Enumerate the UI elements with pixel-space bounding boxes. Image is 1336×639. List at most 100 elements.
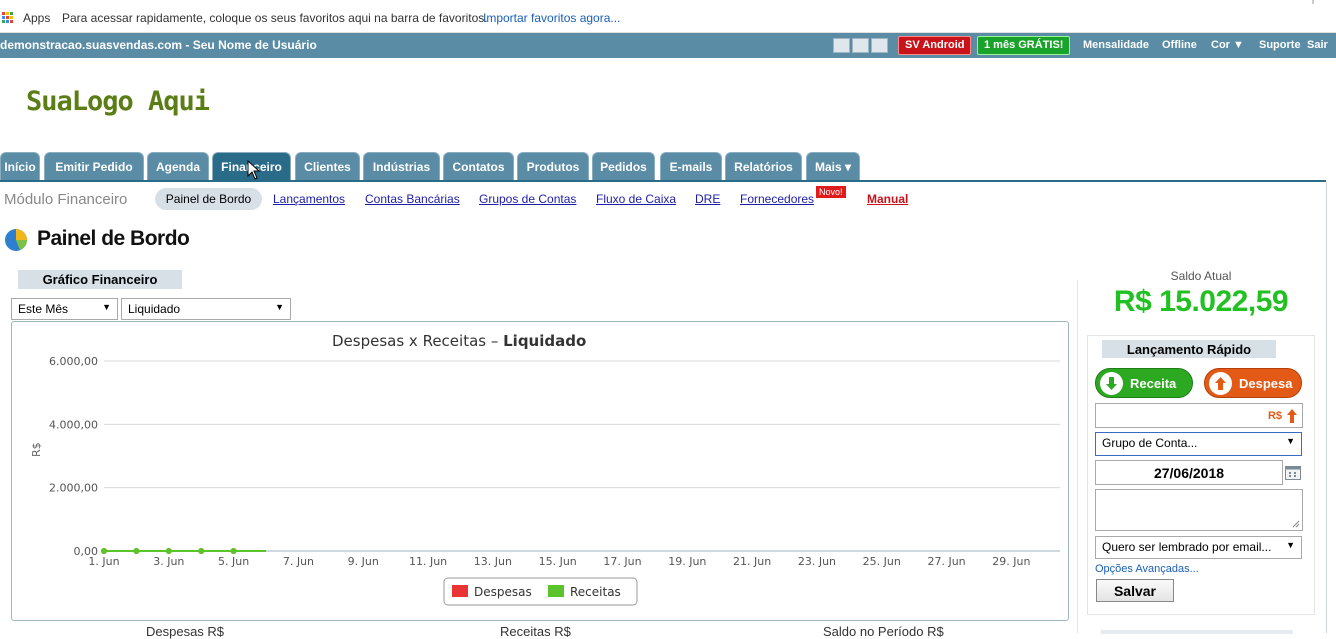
reminder-select[interactable]: Quero ser lembrado por email... ▼ <box>1095 536 1302 559</box>
date-field[interactable]: 27/06/2018 <box>1095 460 1283 485</box>
layout-3-icon[interactable] <box>871 38 888 53</box>
receita-button[interactable]: Receita <box>1095 368 1193 398</box>
save-button[interactable]: Salvar <box>1096 579 1174 602</box>
tab-emails[interactable]: E-mails <box>660 152 722 180</box>
chart-series <box>101 548 267 554</box>
account-group-select[interactable]: Grupo de Conta... ▼ <box>1095 432 1302 456</box>
x-tick-label: 21. Jun <box>733 555 771 568</box>
legend-despesas[interactable]: Despesas <box>474 585 532 599</box>
y-tick-label: 4.000,00 <box>49 418 98 431</box>
page-title: Painel de Bordo <box>37 227 190 250</box>
submenu-dre[interactable]: DRE <box>695 192 720 206</box>
data-point-receitas <box>101 548 107 554</box>
x-tick-label: 11. Jun <box>409 555 447 568</box>
logout-link[interactable]: Sair <box>1307 39 1328 51</box>
y-axis-label: R$ <box>30 442 43 457</box>
total-despesas-label: Despesas R$ <box>146 624 225 639</box>
apps-link[interactable]: Apps <box>23 11 50 25</box>
right-column-divider <box>1077 280 1078 633</box>
submenu-manual[interactable]: Manual <box>867 192 908 206</box>
submenu-contas-bancarias[interactable]: Contas Bancárias <box>365 192 460 206</box>
notes-textarea[interactable] <box>1095 489 1303 531</box>
submenu-fornecedores[interactable]: Fornecedores <box>740 192 814 206</box>
tab-contatos[interactable]: Contatos <box>443 152 514 180</box>
tab-emitir-pedido[interactable]: Emitir Pedido <box>44 152 144 180</box>
submenu-painel-de-bordo[interactable]: Painel de Bordo <box>155 188 262 210</box>
submenu-grupos-de-contas[interactable]: Grupos de Contas <box>479 192 576 206</box>
free-month-button[interactable]: 1 mês GRÁTIS! <box>977 36 1071 55</box>
window-edge <box>1312 0 1314 4</box>
submenu-fluxo-de-caixa[interactable]: Fluxo de Caixa <box>596 192 676 206</box>
x-tick-label: 25. Jun <box>863 555 901 568</box>
period-select[interactable]: Este Mês ▼ <box>11 298 118 320</box>
x-tick-label: 29. Jun <box>992 555 1030 568</box>
import-bookmarks-link[interactable]: Importar favoritos agora... <box>483 11 620 25</box>
legend-receitas[interactable]: Receitas <box>570 585 621 599</box>
sv-android-button[interactable]: SV Android <box>898 36 972 55</box>
tab-relatorios[interactable]: Relatórios <box>725 152 802 180</box>
company-logo: SuaLogo Aqui <box>26 86 210 117</box>
layout-1-icon[interactable] <box>833 38 850 53</box>
tab-produtos[interactable]: Produtos <box>517 152 589 180</box>
despesa-label: Despesa <box>1239 376 1293 391</box>
resize-handle-icon[interactable] <box>1292 520 1300 528</box>
tab-clientes[interactable]: Clientes <box>295 152 360 180</box>
tab-pedidos[interactable]: Pedidos <box>592 152 655 180</box>
chevron-down-icon: ▼ <box>1286 436 1295 446</box>
chart-grid <box>104 360 1060 552</box>
receita-label: Receita <box>1130 376 1177 391</box>
status-select-value: Liquidado <box>128 302 181 316</box>
x-tick-label: 19. Jun <box>668 555 706 568</box>
finance-chart: Despesas x Receitas – Liquidado R$ 0,00 2… <box>11 321 1069 621</box>
chart-title: Despesas x Receitas – Liquidado <box>332 332 586 350</box>
x-tick-label: 1. Jun <box>88 555 119 568</box>
x-tick-label: 13. Jun <box>474 555 512 568</box>
tab-mais[interactable]: Mais ▾ <box>806 152 860 180</box>
data-point-receitas <box>198 548 205 554</box>
x-ticks: 1. Jun 3. Jun 5. Jun 7. Jun 9. Jun 11. Jun 13.… <box>88 555 1030 568</box>
apps-grid-icon[interactable] <box>2 12 13 24</box>
color-menu[interactable]: Cor ▼ <box>1211 39 1244 51</box>
y-tick-label: 6.000,00 <box>49 355 98 368</box>
currency-label: R$ <box>1267 410 1282 422</box>
arrow-down-icon <box>1100 372 1123 395</box>
support-link[interactable]: Suporte <box>1259 39 1301 51</box>
reminder-select-value: Quero ser lembrado por email... <box>1102 540 1272 554</box>
chart-legend: Despesas Receitas <box>443 577 638 606</box>
tab-agenda[interactable]: Agenda <box>147 152 209 180</box>
x-tick-label: 15. Jun <box>539 555 577 568</box>
layout-switcher[interactable] <box>833 38 890 53</box>
layout-2-icon[interactable] <box>852 38 869 53</box>
saldo-label: Saldo Atual <box>1170 269 1232 283</box>
offline-link[interactable]: Offline <box>1162 39 1197 51</box>
tab-inicio[interactable]: Início <box>0 152 40 180</box>
saldo-value: R$ 15.022,59 <box>1113 285 1289 318</box>
despesa-button[interactable]: Despesa <box>1204 368 1302 398</box>
chevron-down-icon: ▼ <box>1286 540 1295 550</box>
x-tick-label: 5. Jun <box>218 555 249 568</box>
x-tick-label: 27. Jun <box>927 555 965 568</box>
top-bar: demonstracao.suasvendas.com - Seu Nome d… <box>0 33 1336 58</box>
amount-field[interactable]: R$ <box>1095 403 1303 428</box>
submenu-lancamentos[interactable]: Lançamentos <box>273 192 345 206</box>
mensalidade-link[interactable]: Mensalidade <box>1083 39 1149 51</box>
x-tick-label: 9. Jun <box>348 555 379 568</box>
x-tick-label: 3. Jun <box>153 555 184 568</box>
bookmarks-hint: Para acessar rapidamente, coloque os seu… <box>62 11 488 25</box>
chevron-down-icon: ▼ <box>102 302 111 312</box>
status-select[interactable]: Liquidado ▼ <box>121 298 291 320</box>
pie-chart-icon <box>5 229 27 251</box>
arrow-up-icon <box>1287 409 1297 423</box>
account-group-value: Grupo de Conta... <box>1102 436 1198 450</box>
account-domain: demonstracao.suasvendas.com - Seu Nome d… <box>0 38 317 52</box>
module-label: Módulo Financeiro <box>4 191 128 208</box>
advanced-options-link[interactable]: Opções Avançadas... <box>1095 563 1199 575</box>
tab-industrias[interactable]: Indústrias <box>363 152 440 180</box>
chevron-down-icon: ▼ <box>275 302 284 312</box>
y-tick-label: 2.000,00 <box>49 482 98 495</box>
financial-submenu: Módulo Financeiro Painel de Bordo Lançam… <box>0 182 1326 214</box>
bookmarks-bar: Apps Para acessar rapidamente, coloque o… <box>0 0 1336 33</box>
saldo-periodo-label: Saldo no Período R$ <box>823 624 944 639</box>
quick-entry-header: Lançamento Rápido <box>1102 340 1276 358</box>
calendar-icon[interactable] <box>1285 465 1301 480</box>
